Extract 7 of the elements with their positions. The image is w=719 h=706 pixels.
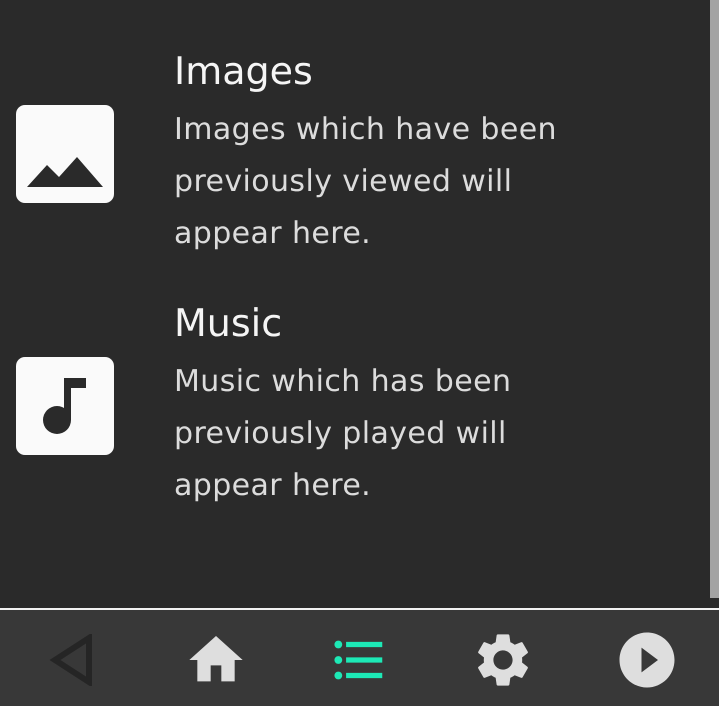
section-title: Images — [174, 48, 314, 94]
image-icon — [27, 157, 103, 187]
scrollbar[interactable] — [710, 0, 719, 598]
section-description: Images which have been previously viewed will appear here. — [174, 111, 558, 253]
music-note-icon — [42, 376, 88, 436]
section-title: Music — [174, 300, 284, 346]
section-description: Music which has been previously played will appear here. — [174, 363, 512, 505]
